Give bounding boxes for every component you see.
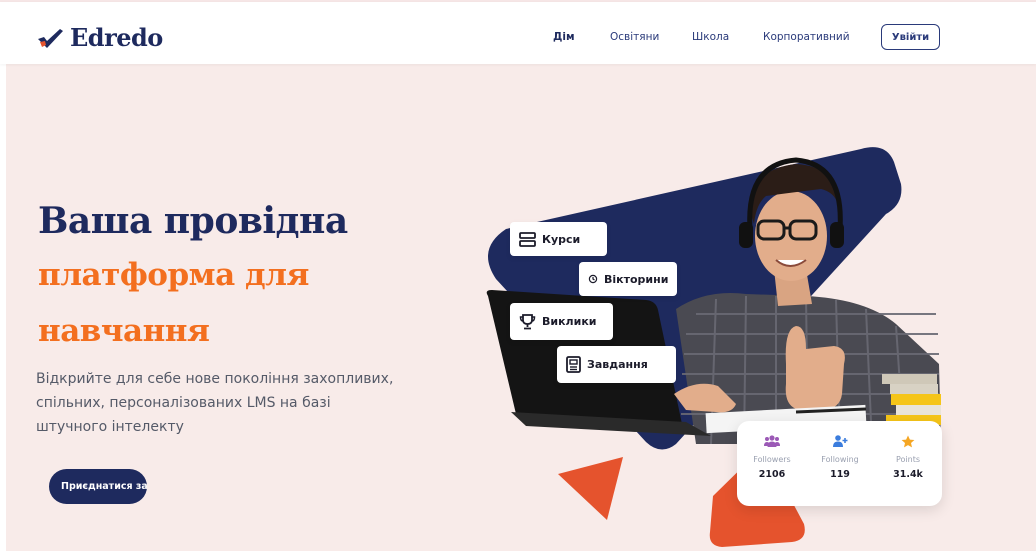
brand-name: Edredo	[70, 23, 163, 52]
stat-followers: Followers 2106	[742, 435, 802, 480]
nav-item-school[interactable]: Школа	[692, 31, 729, 43]
nav-item-home[interactable]: Дім	[553, 31, 575, 43]
clock-icon	[588, 274, 598, 284]
book-stack-1	[891, 394, 941, 405]
stat-following-value: 119	[830, 469, 850, 480]
chip-quizzes-label: Вікторини	[604, 272, 669, 286]
site-header: Edredo Дім Освітяни Школа Корпоративний …	[0, 2, 1036, 64]
hero-section: Ваша провідна платформа для навчання Від…	[6, 64, 1036, 551]
brand-logo[interactable]: Edredo	[36, 23, 163, 52]
chip-assignments-label: Завдання	[587, 358, 648, 371]
nav-item-corporate[interactable]: Корпоративний	[763, 31, 850, 43]
chip-challenges[interactable]: Виклики	[510, 303, 613, 340]
chip-courses-label: Курси	[542, 232, 581, 246]
headphones-left-cup	[739, 222, 753, 248]
stat-points: Points 31.4k	[878, 435, 938, 480]
hero-title-line-1: Ваша провідна	[38, 200, 348, 242]
add-user-icon	[833, 435, 848, 447]
stack-icon	[519, 231, 536, 247]
chip-courses[interactable]: Курси	[510, 222, 607, 256]
stat-points-value: 31.4k	[893, 469, 923, 480]
chip-quizzes[interactable]: Вікторини	[579, 262, 677, 296]
stat-followers-value: 2106	[758, 469, 786, 480]
logo-check-icon	[38, 28, 63, 48]
hero-title-line-3: навчання	[38, 313, 210, 349]
trophy-icon	[519, 314, 536, 330]
login-button[interactable]: Увійти	[881, 24, 940, 50]
profile-stats-card: Followers 2106 Following 119 Points 31.4…	[737, 421, 942, 506]
chip-assignments[interactable]: Завдання	[557, 346, 676, 383]
followers-icon	[764, 435, 780, 447]
headphones-right-cup	[830, 222, 844, 248]
hero-title-line-2: платформа для	[38, 257, 309, 293]
stat-following-label: Following	[821, 455, 859, 464]
chip-challenges-label: Виклики	[542, 315, 597, 328]
nav-item-educators[interactable]: Освітяни	[610, 31, 659, 43]
orange-triangle-left	[558, 457, 623, 520]
stat-followers-label: Followers	[753, 455, 791, 464]
document-icon	[566, 356, 581, 373]
hero-description: Відкрийте для себе нове покоління захопл…	[36, 371, 394, 435]
star-icon	[901, 435, 915, 448]
join-now-button[interactable]: Приєднатися зараз	[49, 469, 147, 504]
stat-following: Following 119	[810, 435, 870, 480]
stat-points-label: Points	[895, 455, 921, 464]
